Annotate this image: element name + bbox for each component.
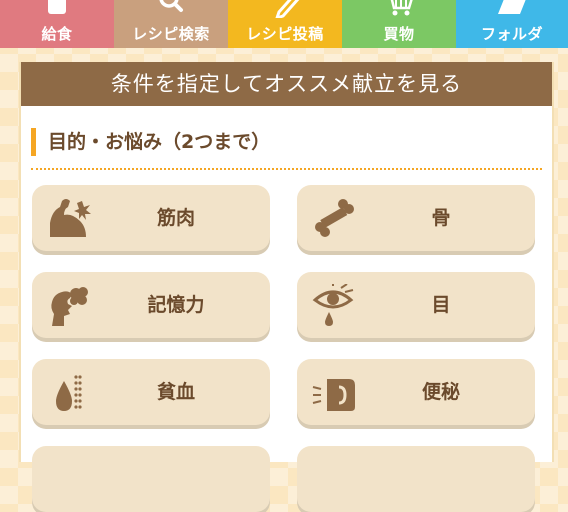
tab-label: 給食 <box>41 25 73 43</box>
cart-icon <box>390 0 413 16</box>
tab-shopping[interactable]: 買物 <box>342 0 456 48</box>
option-tile-partial[interactable] <box>32 446 270 512</box>
option-label: 骨 <box>431 207 451 229</box>
brain-icon <box>51 287 88 326</box>
lunch-icon <box>48 0 66 14</box>
tab-kyushoku[interactable]: 給食 <box>0 0 114 48</box>
option-label: 貧血 <box>156 381 195 403</box>
recommend-panel: 条件を指定してオススメ献立を見る 目的・お悩み（2つまで） 筋肉 骨 記憶力 目… <box>19 62 554 512</box>
tab-folder[interactable]: フォルダ <box>456 0 568 48</box>
eye-icon <box>312 284 354 326</box>
muscle-icon <box>50 199 91 237</box>
section-divider <box>31 168 542 170</box>
tab-label: レシピ検索 <box>132 25 210 43</box>
pencil-icon <box>275 0 300 18</box>
option-tile-partial[interactable] <box>297 446 535 512</box>
search-icon <box>159 0 183 12</box>
option-muscle[interactable]: 筋肉 <box>32 185 270 251</box>
option-eye[interactable]: 目 <box>297 272 535 338</box>
tab-label: 買物 <box>383 25 415 43</box>
option-label: 便秘 <box>421 381 460 403</box>
option-label: 筋肉 <box>156 207 195 229</box>
option-label: 目 <box>431 294 451 316</box>
tab-recipe-search[interactable]: レシピ検索 <box>114 0 228 48</box>
option-memory[interactable]: 記憶力 <box>32 272 270 338</box>
section-title: 目的・お悩み（2つまで） <box>31 128 270 156</box>
option-label: 記憶力 <box>147 294 205 316</box>
tab-label: レシピ投稿 <box>246 25 324 43</box>
tab-recipe-post[interactable]: レシピ投稿 <box>228 0 342 48</box>
option-anemia[interactable]: 貧血 <box>32 359 270 425</box>
option-constipation[interactable]: 便秘 <box>297 359 535 425</box>
folder-icon <box>498 0 526 14</box>
top-nav: 給食 レシピ検索 レシピ投稿 買物 フォルダ <box>0 0 568 48</box>
panel-header: 条件を指定してオススメ献立を見る <box>21 62 552 106</box>
intestine-icon <box>312 379 355 411</box>
option-bone[interactable]: 骨 <box>297 185 535 251</box>
blood-drop-icon <box>56 375 82 411</box>
bone-icon <box>315 199 354 237</box>
tab-label: フォルダ <box>480 25 543 43</box>
